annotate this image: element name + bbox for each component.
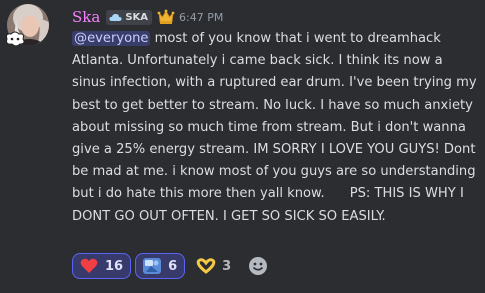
message-header: Ska SKA 6:47 PM [72,8,223,26]
sick-emoji-icon [142,257,162,275]
everyone-mention[interactable]: @everyone [72,31,151,46]
username[interactable]: Ska [72,8,100,26]
reaction-sick[interactable]: 6 [135,253,186,279]
message-body: most of you know that i went to dreamhac… [72,31,481,224]
reactions-bar: 16 6 3 [72,253,271,279]
reaction-heart[interactable]: 16 [72,253,132,279]
reaction-count: 16 [105,258,124,274]
cloud-icon [109,13,122,21]
server-tag[interactable]: SKA [106,9,153,25]
timestamp: 6:47 PM [179,10,224,24]
reaction-count: 6 [168,258,178,274]
avatar-decoration-icon [6,31,25,47]
crown-icon [157,9,175,24]
message-content: @everyone most of you know that i went t… [72,28,477,228]
heart-icon [79,257,99,275]
smiley-add-icon [249,257,268,275]
message: Ska SKA 6:47 PM @everyone most of you kn… [0,0,485,293]
reaction-hearts-hands[interactable]: 3 [189,253,240,279]
reaction-count: 3 [222,258,232,274]
server-tag-label: SKA [125,11,149,23]
add-reaction-button[interactable] [245,253,271,279]
hearts-hands-emoji-icon [196,257,216,275]
